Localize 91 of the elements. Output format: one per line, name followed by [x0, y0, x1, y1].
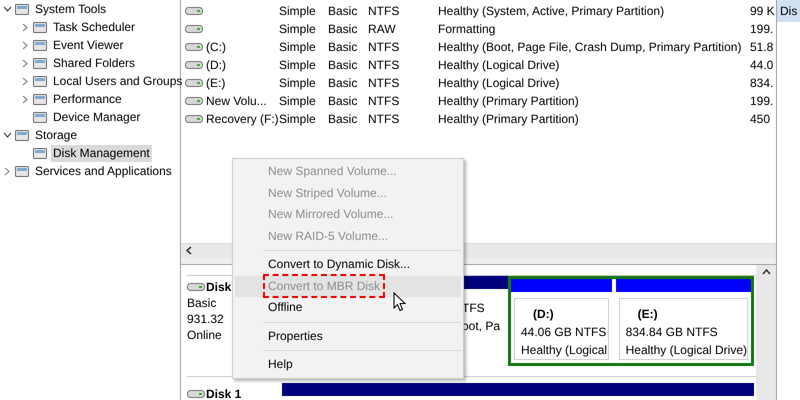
- console-icon: [32, 19, 48, 35]
- partition-text: Healthy (Logical Drive): [626, 342, 747, 359]
- table-cell: (E:): [206, 76, 226, 90]
- selected-partition-group[interactable]: (D:) 44.06 GB NTFS Healthy (Logical (E:) 834.84 GB NTFS Healthy (Logical Drive): [508, 276, 754, 366]
- table-cell-text: Basic: [328, 22, 358, 36]
- table-cell-text: Healthy (Logical Drive): [438, 76, 560, 90]
- menu-item[interactable]: Help: [235, 354, 461, 376]
- menu-item[interactable]: Properties: [235, 326, 461, 347]
- table-cell-text: NTFS: [368, 58, 400, 72]
- table-cell-text: Simple: [279, 40, 317, 54]
- table-cell: Recovery (F:): [206, 112, 279, 126]
- partition-text: Healthy (Logical: [521, 342, 608, 359]
- table-cell-text: Simple: [279, 112, 317, 126]
- table-cell-text: Healthy (Primary Partition): [438, 112, 580, 126]
- table-cell-text: Simple: [279, 4, 317, 18]
- partition-text: TFS: [462, 300, 486, 317]
- table-cell-text: 51.8: [750, 40, 774, 54]
- partition-title: (D:): [532, 306, 555, 323]
- console-icon: [32, 145, 48, 161]
- table-cell: (D:): [206, 58, 226, 72]
- table-cell-text: Basic: [328, 112, 358, 126]
- table-cell-text: NTFS: [368, 40, 400, 54]
- tree-item[interactable]: System Tools: [33, 0, 108, 18]
- table-cell-text: RAW: [368, 22, 397, 36]
- partition-text: 44.06 GB NTFS: [521, 324, 608, 341]
- disk-name: Disk: [206, 279, 232, 295]
- console-icon: [32, 109, 48, 125]
- vertical-scrollbar[interactable]: [756, 265, 776, 400]
- tree-item[interactable]: Local Users and Groups: [51, 72, 184, 90]
- table-cell-text: Formatting: [438, 22, 496, 36]
- table-cell: (C:): [206, 40, 226, 54]
- table-cell: 99 K: [750, 4, 776, 18]
- table-cell-text: NTFS: [368, 4, 400, 18]
- drive-icon: [187, 389, 205, 399]
- table-cell-text: Healthy (Boot, Page File, Crash Dump, Primary Partition): [438, 40, 742, 54]
- table-cell-text: Healthy (Primary Partition): [438, 94, 580, 108]
- drive-icon: [187, 282, 205, 292]
- table-cell-text: Basic: [328, 40, 358, 54]
- tree-item[interactable]: Storage: [33, 126, 80, 144]
- table-cell-text: 199.: [750, 22, 774, 36]
- drive-icon: [185, 24, 203, 34]
- disk-name: Disk 1: [206, 386, 242, 400]
- partition-text: 834.84 GB NTFS: [626, 324, 719, 341]
- tree-item[interactable]: Device Manager: [51, 108, 142, 126]
- console-icon: [32, 55, 48, 71]
- table-cell-text: Simple: [279, 58, 317, 72]
- table-cell-text: Healthy (Logical Drive): [438, 58, 560, 72]
- drive-icon: [185, 60, 203, 70]
- menu-item[interactable]: Offline: [235, 297, 461, 318]
- table-cell-text: NTFS: [368, 112, 400, 126]
- console-icon: [14, 127, 30, 143]
- table-cell-text: Basic: [328, 76, 358, 90]
- drive-icon: [185, 78, 203, 88]
- actions-pane-header: Dis: [777, 0, 800, 22]
- mouse-pointer-icon: [393, 292, 406, 312]
- tree-item[interactable]: Event Viewer: [51, 36, 126, 54]
- table-cell-text: 199.: [750, 94, 774, 108]
- table-cell-text: Simple: [279, 94, 317, 108]
- drive-icon: [185, 42, 203, 52]
- console-icon: [14, 1, 30, 17]
- console-icon: [32, 37, 48, 53]
- table-cell-text: Basic: [328, 58, 358, 72]
- table-cell-text: 450: [750, 112, 772, 126]
- table-cell-text: Basic: [328, 94, 358, 108]
- table-cell-text: Basic: [328, 4, 358, 18]
- tree-item[interactable]: Shared Folders: [51, 54, 138, 72]
- drive-icon: [185, 114, 203, 124]
- console-icon: [14, 163, 30, 179]
- table-cell-text: NTFS: [368, 76, 400, 90]
- drive-icon: [185, 96, 203, 106]
- table-cell: New Volu...: [206, 94, 267, 108]
- console-icon: [32, 73, 48, 89]
- menu-item[interactable]: Convert to Dynamic Disk...: [235, 254, 461, 276]
- partition-box[interactable]: (E:) 834.84 GB NTFS Healthy (Logical Drive): [618, 298, 748, 360]
- drive-icon: [185, 6, 203, 16]
- console-icon: [32, 91, 48, 107]
- tree-item[interactable]: Task Scheduler: [51, 18, 138, 36]
- partition-box[interactable]: (D:) 44.06 GB NTFS Healthy (Logical: [514, 298, 609, 360]
- table-cell-text: 44.0: [750, 58, 774, 72]
- tree-item[interactable]: Performance: [51, 90, 124, 108]
- table-cell-text: Simple: [279, 22, 317, 36]
- scroll-left-icon[interactable]: [186, 246, 192, 256]
- partition-title: (E:): [636, 306, 659, 323]
- table-cell-text: NTFS: [368, 94, 400, 108]
- scroll-up-icon[interactable]: [762, 269, 770, 275]
- table-cell-text: 834.: [750, 76, 774, 90]
- table-cell-text: Simple: [279, 76, 317, 90]
- tree-item[interactable]: Services and Applications: [33, 162, 174, 180]
- table-cell-text: Healthy (System, Active, Primary Partition): [438, 4, 666, 18]
- tree-item[interactable]: Disk Management: [51, 144, 152, 162]
- disk-info: 931.32: [187, 311, 225, 327]
